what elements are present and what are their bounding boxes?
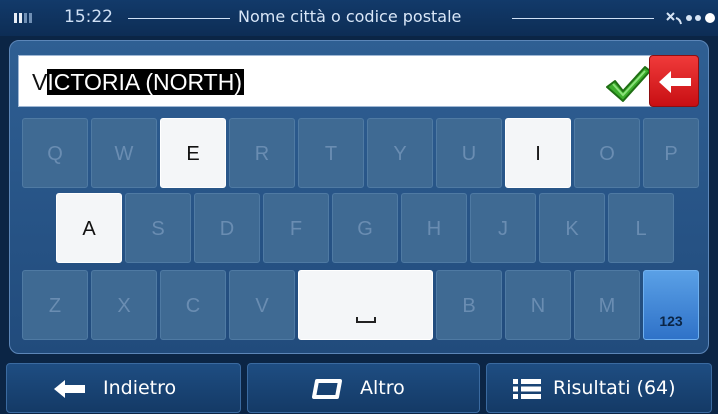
key-s: S [125, 193, 191, 263]
back-button-label: Indietro [103, 377, 177, 399]
key-t: T [298, 118, 364, 188]
key-a[interactable]: A [56, 193, 122, 263]
green-checkmark-icon[interactable] [603, 63, 653, 105]
arrow-left-icon [54, 380, 85, 398]
gps-signal-icon [666, 12, 682, 25]
title-divider-left [128, 18, 230, 19]
key-q: Q [22, 118, 88, 188]
numeric-keys-button[interactable]: 123 [643, 270, 699, 340]
title-divider-right [512, 18, 654, 19]
key-u: U [436, 118, 502, 188]
key-e[interactable]: E [160, 118, 226, 188]
results-button-label: Risultati (64) [553, 377, 676, 399]
key-p: P [643, 118, 699, 188]
key-r: R [229, 118, 295, 188]
key-y: Y [367, 118, 433, 188]
key-h: H [401, 193, 467, 263]
back-button[interactable]: Indietro [6, 363, 241, 413]
key-g: G [332, 193, 398, 263]
more-button-label: Altro [360, 377, 405, 399]
key-l: L [608, 193, 674, 263]
key-n: N [505, 270, 571, 340]
key-k: K [539, 193, 605, 263]
space-icon [355, 317, 376, 323]
key-d: D [194, 193, 260, 263]
backspace-arrow-icon [659, 71, 691, 93]
search-input[interactable]: VICTORIA (NORTH) [18, 55, 663, 107]
more-shape-icon [312, 379, 342, 399]
key-m: M [574, 270, 640, 340]
clock: 15:22 [64, 7, 113, 27]
more-button[interactable]: Altro [247, 363, 480, 413]
key-i[interactable]: I [505, 118, 571, 188]
backspace-button[interactable] [649, 55, 699, 107]
key-b: B [436, 270, 502, 340]
search-input-first-char: V [32, 69, 48, 95]
status-bar: 15:22 Nome città o codice postale [0, 0, 718, 36]
key-w: W [91, 118, 157, 188]
key-j: J [470, 193, 536, 263]
battery-icon [14, 13, 36, 23]
menu-dots-icon[interactable] [686, 13, 716, 23]
screen-title: Nome città o codice postale [238, 7, 462, 26]
search-input-selection: ICTORIA (NORTH) [47, 69, 245, 95]
key-x: X [91, 270, 157, 340]
list-icon [513, 379, 541, 399]
space-key[interactable] [298, 270, 433, 340]
key-c: C [160, 270, 226, 340]
key-v: V [229, 270, 295, 340]
results-button[interactable]: Risultati (64) [486, 363, 712, 413]
key-o: O [574, 118, 640, 188]
key-z: Z [22, 270, 88, 340]
search-input-text: VICTORIA (NORTH) [32, 67, 245, 97]
key-f: F [263, 193, 329, 263]
